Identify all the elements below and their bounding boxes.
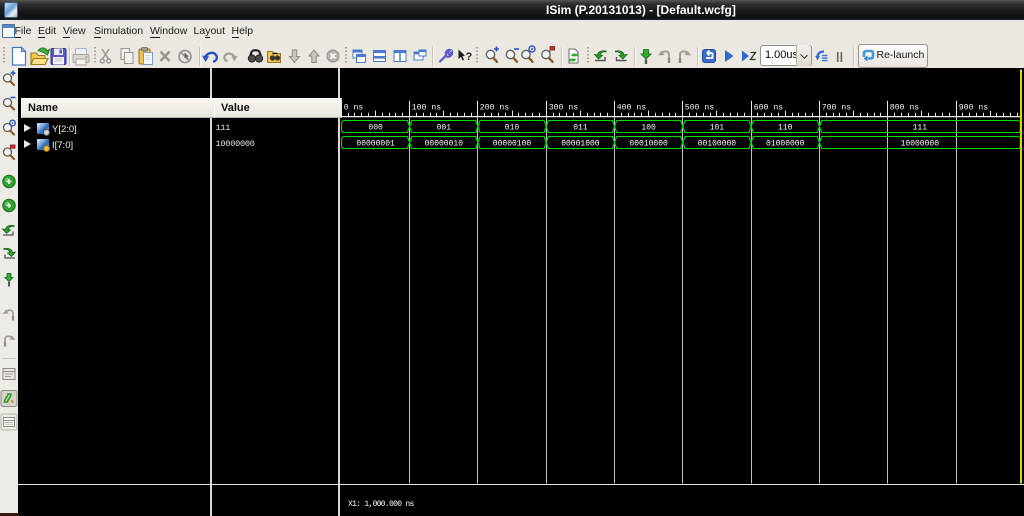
svg-text:101: 101	[710, 123, 725, 132]
svg-text:700 ns: 700 ns	[822, 103, 852, 112]
svg-text:200 ns: 200 ns	[480, 103, 510, 112]
svg-text:00000001: 00000001	[356, 139, 395, 148]
svg-text:?: ?	[466, 51, 473, 63]
svg-text:0 ns: 0 ns	[344, 103, 364, 112]
svg-text:00000010: 00000010	[425, 139, 464, 148]
svg-text:800 ns: 800 ns	[890, 103, 920, 112]
svg-text:100: 100	[641, 123, 656, 132]
svg-text:10000000: 10000000	[901, 139, 940, 148]
svg-text:00001000: 00001000	[561, 139, 600, 148]
svg-text:600 ns: 600 ns	[754, 103, 784, 112]
svg-text:001: 001	[437, 123, 452, 132]
svg-text:300 ns: 300 ns	[549, 103, 579, 112]
svg-text:000: 000	[368, 123, 383, 132]
svg-text:900 ns: 900 ns	[959, 103, 989, 112]
svg-text:111: 111	[913, 123, 928, 132]
svg-text:00010000: 00010000	[629, 139, 668, 148]
svg-text:01000000: 01000000	[766, 139, 805, 148]
svg-text:400 ns: 400 ns	[617, 103, 647, 112]
svg-text:011: 011	[573, 123, 588, 132]
svg-text:00000100: 00000100	[493, 139, 532, 148]
svg-text:500 ns: 500 ns	[685, 103, 715, 112]
svg-text:100 ns: 100 ns	[412, 103, 442, 112]
svg-text:110: 110	[778, 123, 793, 132]
svg-text:010: 010	[505, 123, 520, 132]
svg-text:00100000: 00100000	[698, 139, 737, 148]
